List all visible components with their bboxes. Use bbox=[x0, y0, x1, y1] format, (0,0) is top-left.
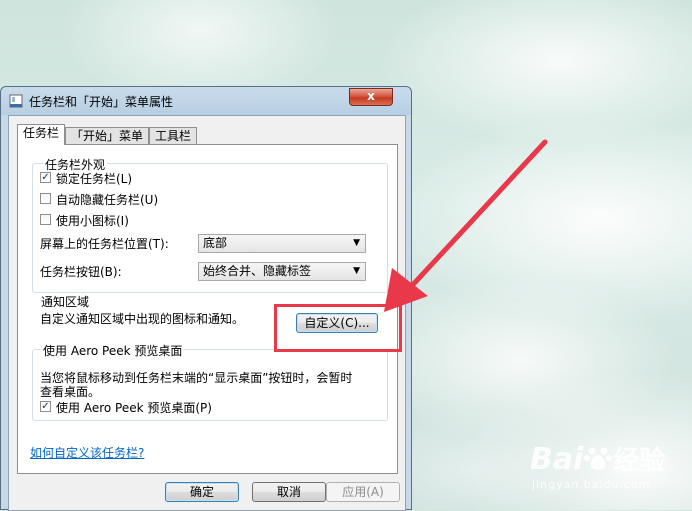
arrow-shaft bbox=[405, 139, 548, 293]
annotation-arrow bbox=[384, 139, 548, 312]
watermark-brand: Bai bbox=[530, 442, 584, 477]
baidu-jingyan-watermark: Bai 经验 jingyan.baidu.com bbox=[530, 440, 666, 491]
tab-taskbar[interactable]: 任务栏 bbox=[17, 124, 65, 145]
watermark-brand-cn: 经验 bbox=[613, 446, 666, 476]
watermark-url: jingyan.baidu.com bbox=[532, 478, 651, 491]
paw-logo-icon bbox=[584, 447, 613, 470]
